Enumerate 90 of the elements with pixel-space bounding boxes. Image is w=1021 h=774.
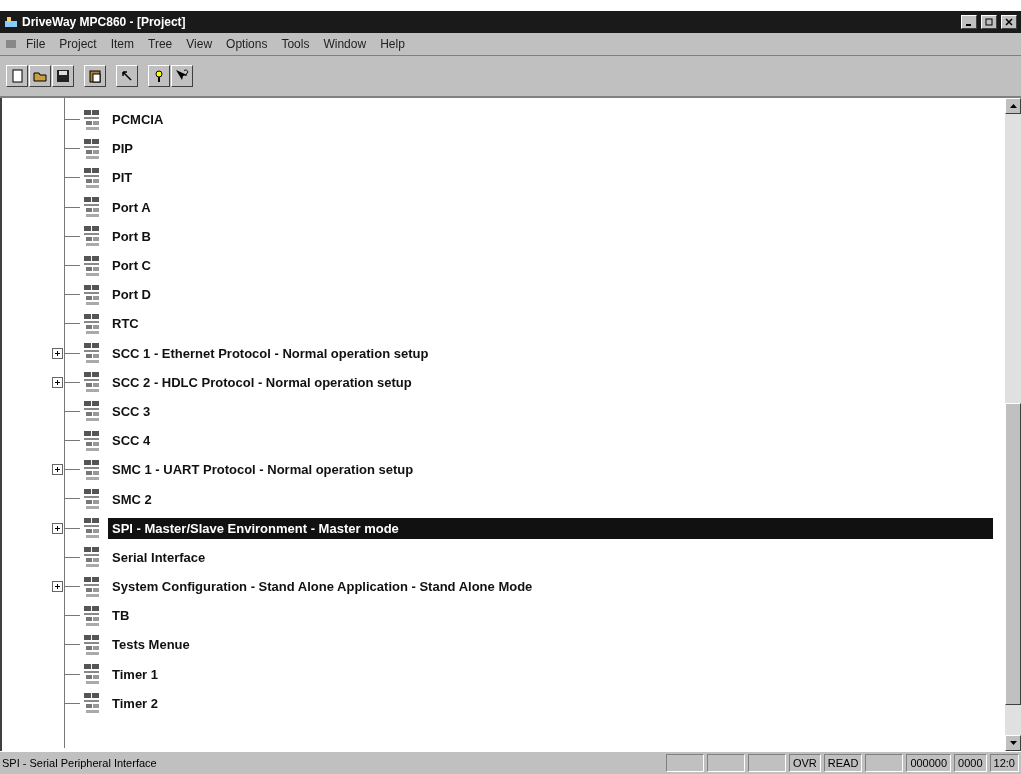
tree-node[interactable]: SPI - Master/Slave Environment - Master mode bbox=[108, 517, 993, 539]
menu-item[interactable]: File bbox=[20, 35, 52, 53]
toolbar-button[interactable] bbox=[84, 65, 106, 87]
tree-connector-line bbox=[64, 410, 80, 412]
status-panel: 12:0 bbox=[989, 754, 1019, 772]
status-panel: OVR bbox=[788, 754, 821, 772]
status-panel: 0000 bbox=[954, 754, 987, 772]
tree-node[interactable]: Port D bbox=[108, 284, 155, 306]
tree-node[interactable]: TB bbox=[108, 605, 134, 627]
menu-item[interactable]: Tree bbox=[142, 35, 179, 53]
tree-connector-line bbox=[64, 556, 80, 558]
tree-connector-line bbox=[64, 235, 80, 237]
tree-connector-line bbox=[64, 527, 80, 529]
tree-node[interactable]: SCC 4 bbox=[108, 430, 155, 452]
tree-connector-line bbox=[64, 702, 80, 704]
status-panel bbox=[706, 754, 745, 772]
tree-connector-line bbox=[64, 498, 80, 500]
tree-connector-line bbox=[64, 615, 80, 617]
menu-item[interactable]: Item bbox=[104, 35, 141, 53]
scrollbar[interactable] bbox=[1005, 98, 1021, 751]
tree-node[interactable]: SCC 2 - HDLC Protocol - Normal operation setup bbox=[108, 371, 416, 393]
tree-node[interactable]: Timer 1 bbox=[108, 663, 162, 685]
maximize-button[interactable] bbox=[981, 15, 997, 29]
tree-connector-line bbox=[64, 440, 80, 442]
menu-item[interactable]: Window bbox=[317, 35, 373, 53]
tree-node[interactable]: Serial Interface bbox=[108, 546, 210, 568]
close-button[interactable] bbox=[1001, 15, 1017, 29]
expand-icon[interactable] bbox=[52, 464, 63, 476]
toolbar-button[interactable] bbox=[29, 65, 51, 87]
menu-item[interactable]: Help bbox=[374, 35, 411, 53]
expand-icon[interactable] bbox=[52, 581, 63, 592]
up-arrow-icon bbox=[1009, 104, 1017, 108]
toolbar-button[interactable] bbox=[52, 65, 74, 87]
tree-node[interactable]: Tests Menue bbox=[108, 634, 194, 656]
expand-icon[interactable] bbox=[52, 347, 63, 359]
scroll-down-button[interactable] bbox=[1005, 735, 1021, 751]
status-panel bbox=[747, 754, 786, 772]
scroll-thumb[interactable] bbox=[1005, 403, 1021, 705]
status-panel bbox=[665, 754, 704, 772]
toolbar-button[interactable] bbox=[171, 65, 193, 87]
menu-item[interactable]: View bbox=[180, 35, 219, 53]
tree-connector-line bbox=[64, 206, 80, 208]
tree-connector-line bbox=[64, 381, 80, 383]
scroll-up-button[interactable] bbox=[1005, 98, 1021, 114]
tree-connector-line bbox=[64, 294, 80, 296]
document-icon bbox=[4, 37, 18, 51]
maximize-icon bbox=[985, 18, 993, 26]
menu-item[interactable]: Project bbox=[53, 35, 103, 53]
tree-node[interactable]: SMC 2 bbox=[108, 488, 156, 510]
tree-connector-line bbox=[64, 644, 80, 646]
status-panel bbox=[865, 754, 904, 772]
tree-node[interactable]: SCC 1 - Ethernet Protocol - Normal operation setup bbox=[108, 342, 433, 364]
toolbar-button[interactable] bbox=[148, 65, 170, 87]
tree-node[interactable]: SMC 1 - UART Protocol - Normal operation setup bbox=[108, 459, 418, 481]
tree-connector-line bbox=[64, 323, 80, 325]
minimize-button[interactable] bbox=[961, 15, 977, 29]
tree-node[interactable]: RTC bbox=[108, 313, 143, 335]
down-arrow-icon bbox=[1009, 741, 1017, 745]
app-icon bbox=[4, 15, 18, 29]
tree-node[interactable]: System Configuration - Stand Alone Application - Stand Alone Mode bbox=[108, 576, 537, 598]
menu-item[interactable]: Options bbox=[220, 35, 274, 53]
new-file-icon bbox=[9, 68, 25, 84]
tree-node[interactable]: PIT bbox=[108, 167, 137, 189]
tree-node[interactable]: SCC 3 bbox=[108, 400, 155, 422]
status-panel: READ bbox=[823, 754, 863, 772]
tree-node[interactable]: Port C bbox=[108, 255, 155, 277]
tree-node[interactable]: Port A bbox=[108, 196, 155, 218]
tree-connector-line bbox=[64, 469, 80, 471]
save-icon bbox=[55, 68, 71, 84]
toolbar-button[interactable] bbox=[6, 65, 28, 87]
tree-connector-line bbox=[64, 264, 80, 266]
expand-icon[interactable] bbox=[52, 376, 63, 388]
tree-node[interactable]: Timer 2 bbox=[108, 692, 162, 714]
tree-node[interactable]: PIP bbox=[108, 138, 137, 160]
tree-connector-line bbox=[64, 177, 80, 179]
menu-item[interactable]: Tools bbox=[275, 35, 316, 53]
tree-connector-line bbox=[64, 119, 80, 120]
tree-connector-line bbox=[64, 352, 80, 354]
expand-icon[interactable] bbox=[52, 522, 63, 534]
status-panel: 000000 bbox=[906, 754, 952, 772]
clipboard-icon bbox=[87, 68, 103, 84]
tree-connector-line bbox=[64, 148, 80, 150]
tree-connector-line bbox=[64, 586, 80, 587]
status-message: SPI - Serial Peripheral Interface bbox=[2, 757, 158, 769]
tree-node[interactable]: PCMCIA bbox=[108, 109, 168, 131]
window-title: DriveWay MPC860 - [Project] bbox=[22, 15, 187, 29]
toolbar-button[interactable] bbox=[116, 65, 138, 87]
tree-connector-line bbox=[64, 673, 80, 675]
close-icon bbox=[1005, 18, 1013, 26]
tree-node[interactable]: Port B bbox=[108, 225, 155, 247]
